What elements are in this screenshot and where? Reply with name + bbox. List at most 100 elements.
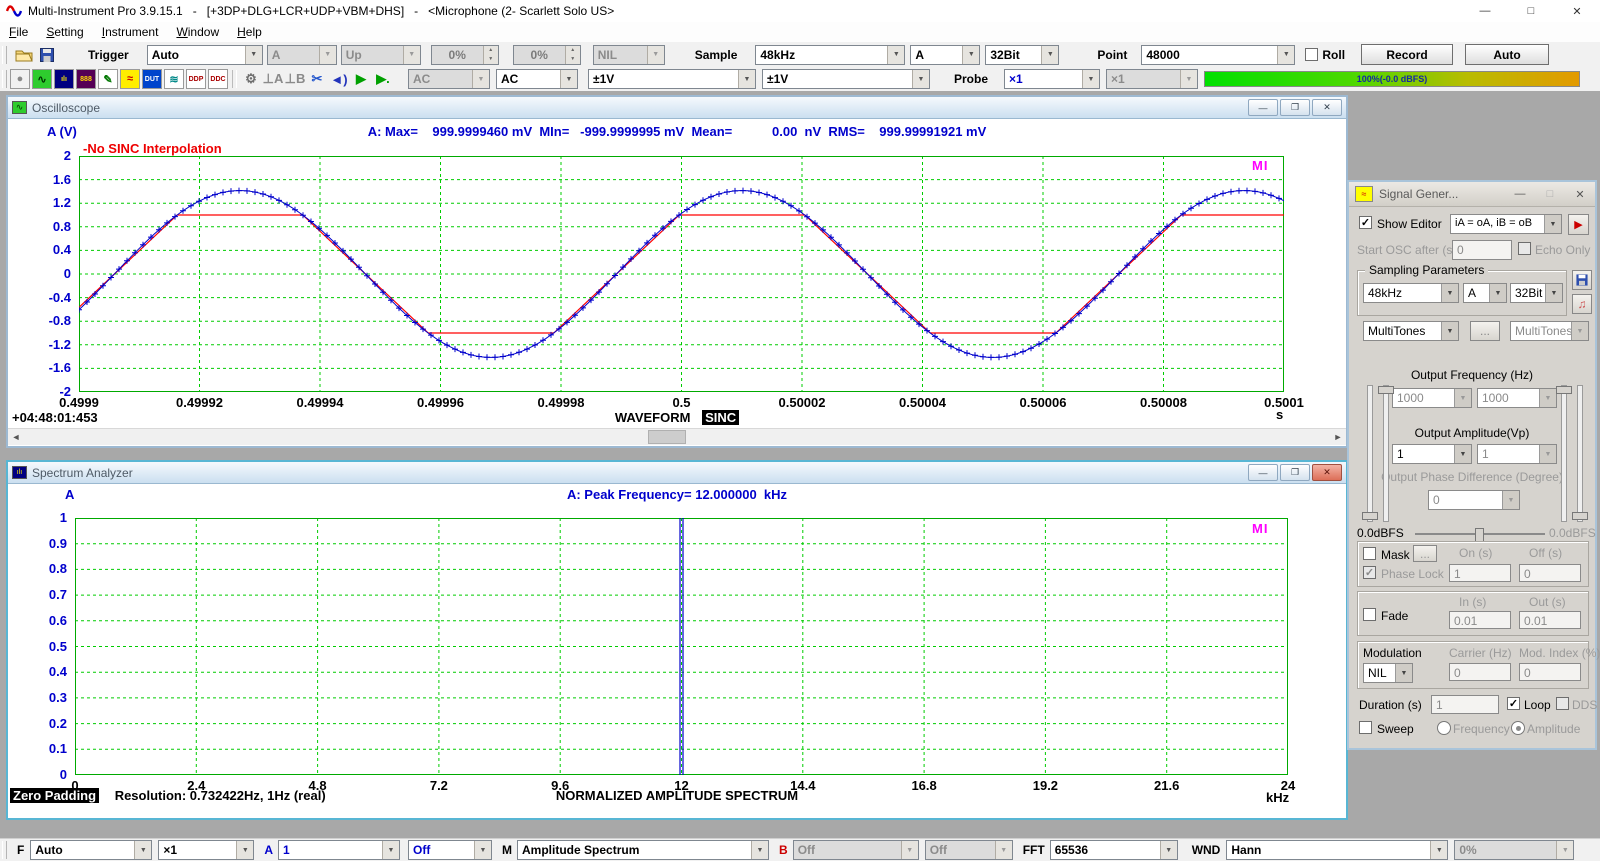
- show-editor-checkbox[interactable]: ✓: [1359, 216, 1372, 229]
- run-icon[interactable]: ▶: [351, 69, 371, 89]
- trigger-source-select[interactable]: A▼: [267, 45, 337, 65]
- sampling-bits-select[interactable]: 32Bit▼: [985, 45, 1059, 65]
- fader-handle[interactable]: [1556, 386, 1572, 394]
- spectrum-analyzer-icon[interactable]: ılı: [54, 69, 74, 89]
- mask-off-input[interactable]: 0: [1519, 564, 1581, 582]
- phase-difference-select[interactable]: 0▼: [1428, 490, 1520, 510]
- sound-card-calibration-icon[interactable]: ⚙: [241, 69, 261, 89]
- trigger-edge-select[interactable]: Up▼: [341, 45, 421, 65]
- fader-handle[interactable]: [1362, 512, 1378, 520]
- sampling-tool-icon[interactable]: ✂: [307, 69, 327, 89]
- spectrum-titlebar[interactable]: ılı Spectrum Analyzer — ❐ ✕: [8, 462, 1346, 484]
- loop-checkbox[interactable]: ✓: [1507, 697, 1520, 710]
- compensation-a-select[interactable]: Off▼: [408, 840, 492, 860]
- sinc-badge[interactable]: SINC: [702, 410, 739, 425]
- scroll-thumb[interactable]: [648, 430, 686, 444]
- spin-up-icon[interactable]: ▲: [484, 46, 498, 55]
- gen-sampling-rate-select[interactable]: 48kHz▼: [1363, 283, 1459, 303]
- menu-help[interactable]: Help: [228, 23, 271, 41]
- window-maximize-button[interactable]: □: [1508, 0, 1554, 22]
- mask-checkbox[interactable]: [1363, 547, 1376, 560]
- window-function-select[interactable]: Hann▼: [1226, 840, 1448, 860]
- oscilloscope-titlebar[interactable]: ∿ Oscilloscope — ❐ ✕: [8, 97, 1346, 119]
- zoom-select[interactable]: ×1▼: [158, 840, 254, 860]
- gen-sampling-bits-select[interactable]: 32Bit▼: [1510, 283, 1563, 303]
- window-minimize-button[interactable]: —: [1462, 0, 1508, 22]
- generator-run-button[interactable]: ▶: [1568, 214, 1589, 235]
- ddc-viewer-icon[interactable]: DDC: [208, 69, 228, 89]
- roll-checkbox[interactable]: [1305, 48, 1318, 61]
- balance-slider[interactable]: [1415, 533, 1545, 535]
- amplitude-fader-b[interactable]: [1561, 385, 1567, 522]
- start-osc-input[interactable]: 0: [1452, 240, 1512, 260]
- analysis-mode-select[interactable]: Amplitude Spectrum▼: [517, 840, 769, 860]
- close-icon[interactable]: ✕: [1312, 99, 1342, 116]
- trigger-mode-select[interactable]: Auto▼: [147, 45, 263, 65]
- trigger-coupling-select[interactable]: NIL▼: [593, 45, 665, 65]
- fade-in-input[interactable]: 0.01: [1449, 611, 1511, 629]
- minimize-icon[interactable]: —: [1505, 188, 1535, 201]
- amplitude-fader-b-outer[interactable]: [1577, 385, 1583, 522]
- scroll-left-icon[interactable]: ◄: [8, 430, 24, 444]
- gain-b-select[interactable]: Off▼: [793, 840, 919, 860]
- amplitude-fader-a-outer[interactable]: [1367, 385, 1373, 522]
- toolbar-drag-handle[interactable]: [2, 841, 7, 859]
- sweep-amplitude-radio[interactable]: [1511, 721, 1525, 735]
- restore-icon[interactable]: ❐: [1280, 99, 1310, 116]
- menu-file[interactable]: File: [0, 23, 37, 41]
- mod-index-input[interactable]: 0: [1519, 663, 1581, 681]
- record-indicator-icon[interactable]: ●: [10, 69, 30, 89]
- amplitude-fader-a[interactable]: [1383, 385, 1389, 522]
- oscilloscope-icon[interactable]: ∿: [32, 69, 52, 89]
- stream-signal-button[interactable]: ♫: [1572, 294, 1592, 314]
- scroll-right-icon[interactable]: ►: [1330, 430, 1346, 444]
- coupling-a-select[interactable]: AC▼: [408, 69, 490, 89]
- frequency-a-select[interactable]: 1000▼: [1392, 388, 1472, 408]
- close-icon[interactable]: ✕: [1312, 464, 1342, 481]
- zero-channel-a-icon[interactable]: ⊥A: [263, 69, 283, 89]
- range-a-select[interactable]: ±1V▼: [588, 69, 756, 89]
- waveform-b-select[interactable]: MultiTones▼: [1510, 321, 1589, 341]
- run-loop-icon[interactable]: ▶.: [373, 69, 393, 89]
- compensation-b-select[interactable]: Off▼: [925, 840, 1013, 860]
- sweep-frequency-radio[interactable]: [1437, 721, 1451, 735]
- coupling-b-select[interactable]: AC▼: [496, 69, 578, 89]
- minimize-icon[interactable]: —: [1248, 464, 1278, 481]
- record-length-select[interactable]: 48000▼: [1141, 45, 1295, 65]
- save-file-icon[interactable]: [40, 48, 54, 62]
- waveform-a-select[interactable]: MultiTones▼: [1363, 321, 1459, 341]
- gain-a-select[interactable]: 1▼: [278, 840, 400, 860]
- save-signal-button[interactable]: [1572, 270, 1592, 290]
- probe-b-select[interactable]: ×1▼: [1106, 69, 1198, 89]
- trigger-delay-spinner[interactable]: 0% ▲▼: [513, 45, 581, 65]
- amplitude-a-select[interactable]: 1▼: [1392, 444, 1472, 464]
- spectrum-3d-plot-icon[interactable]: ≈: [120, 69, 140, 89]
- sound-output-icon[interactable]: ◄): [329, 69, 349, 89]
- sampling-rate-select[interactable]: 48kHz▼: [755, 45, 905, 65]
- menu-instrument[interactable]: Instrument: [93, 23, 168, 41]
- minimize-icon[interactable]: —: [1248, 99, 1278, 116]
- carrier-input[interactable]: 0: [1449, 663, 1511, 681]
- device-test-curves-icon[interactable]: ≋: [164, 69, 184, 89]
- frequency-axis-select[interactable]: Auto▼: [30, 840, 152, 860]
- fft-size-select[interactable]: 65536▼: [1050, 840, 1178, 860]
- maximize-icon[interactable]: □: [1535, 188, 1565, 201]
- toolbar-drag-handle[interactable]: [2, 70, 7, 88]
- overlap-select[interactable]: 0%▼: [1454, 840, 1574, 860]
- fade-checkbox[interactable]: [1363, 608, 1376, 621]
- spin-up-icon[interactable]: ▲: [566, 46, 580, 55]
- mask-browse-button[interactable]: ...: [1413, 545, 1437, 562]
- spin-down-icon[interactable]: ▼: [566, 55, 580, 64]
- phase-lock-checkbox[interactable]: ✓: [1363, 566, 1376, 579]
- probe-a-select[interactable]: ×1▼: [1004, 69, 1100, 89]
- open-file-icon[interactable]: [15, 48, 33, 62]
- fade-out-input[interactable]: 0.01: [1519, 611, 1581, 629]
- mask-on-input[interactable]: 1: [1449, 564, 1511, 582]
- signal-generator-titlebar[interactable]: ≈ Signal Gener... — □ ✕: [1349, 182, 1595, 207]
- device-test-plan-icon[interactable]: DUT: [142, 69, 162, 89]
- fader-handle[interactable]: [1572, 512, 1588, 520]
- dds-checkbox[interactable]: [1556, 697, 1569, 710]
- amplitude-b-select[interactable]: 1▼: [1477, 444, 1557, 464]
- gen-sampling-channel-select[interactable]: A▼: [1463, 283, 1507, 303]
- multimeter-icon[interactable]: 888: [76, 69, 96, 89]
